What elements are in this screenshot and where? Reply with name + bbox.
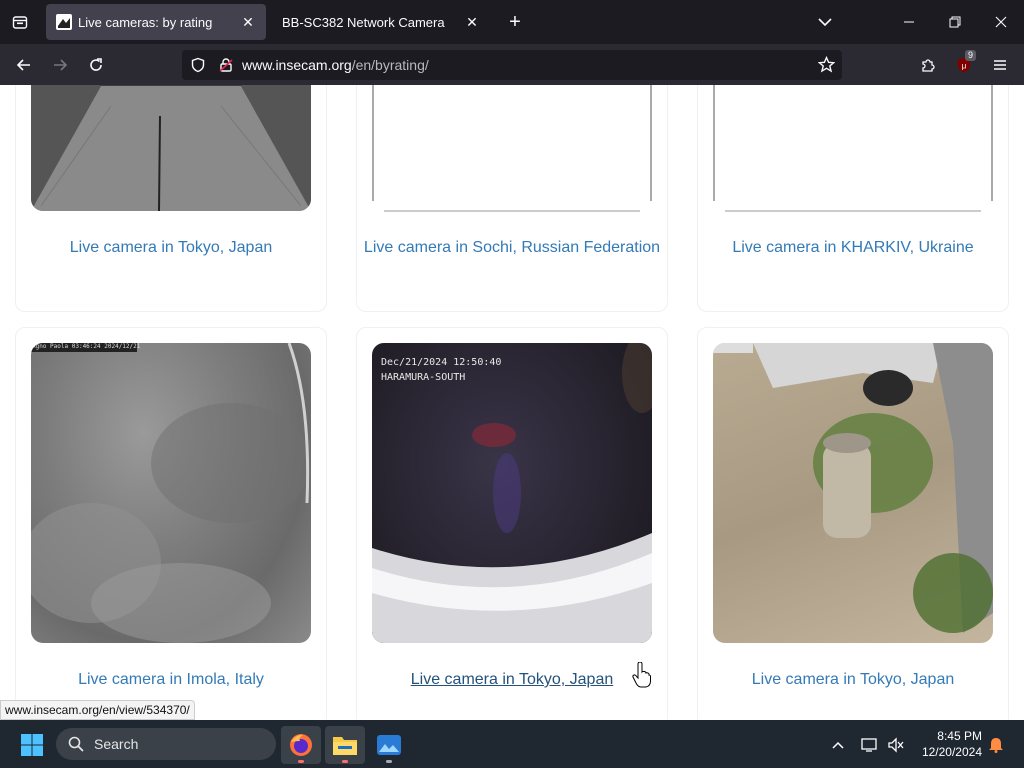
- camera-thumbnail[interactable]: Agno Paola 03:46:24 2024/12/21: [31, 343, 311, 643]
- tab-title: BB-SC382 Network Camera: [282, 14, 445, 30]
- back-arrow-icon: [16, 59, 30, 71]
- camera-image-tokyo-garden: [713, 343, 993, 633]
- restore-icon: [949, 16, 961, 28]
- status-url-bar: www.insecam.org/en/view/534370/: [0, 700, 195, 720]
- camera-thumbnail[interactable]: [713, 343, 993, 643]
- camera-image-tokyo-tunnel: [31, 85, 311, 211]
- chevron-up-icon: [832, 741, 844, 749]
- new-tab-button[interactable]: +: [503, 10, 527, 34]
- camera-thumbnail[interactable]: Dec/21/2024 12:50:40 HARAMURA-SOUTH: [372, 343, 652, 643]
- folder-icon: [333, 737, 357, 755]
- camera-image-haramura-night: [372, 343, 652, 643]
- forward-button[interactable]: [46, 52, 74, 78]
- close-window-button[interactable]: [978, 0, 1024, 44]
- close-icon: [995, 16, 1007, 28]
- bell-icon: [989, 738, 1003, 753]
- bookmark-star-icon[interactable]: [818, 56, 835, 73]
- close-tab-icon[interactable]: ✕: [240, 14, 256, 30]
- chevron-down-icon: [818, 18, 832, 27]
- volume-button[interactable]: [884, 726, 908, 764]
- restore-button[interactable]: [932, 0, 978, 44]
- windows-logo-icon: [21, 734, 43, 756]
- camera-thumbnail[interactable]: [372, 85, 652, 212]
- camera-overlay-location: HARAMURA-SOUTH: [381, 372, 466, 383]
- show-hidden-icons-button[interactable]: [826, 726, 850, 764]
- url-path: /en/byrating/: [351, 57, 429, 73]
- extensions-button[interactable]: [914, 52, 942, 78]
- page-content: Live camera in Tokyo, Japan Live camera …: [0, 85, 1024, 720]
- camera-link[interactable]: Live camera in KHARKIV, Ukraine: [698, 236, 1008, 259]
- tab-live-cameras[interactable]: Live cameras: by rating ✕: [46, 4, 266, 40]
- camera-overlay-date: Dec/21/2024 12:50:40: [381, 357, 502, 368]
- app-menu-button[interactable]: [986, 52, 1014, 78]
- insecure-lock-icon[interactable]: [218, 57, 234, 73]
- puzzle-icon: [922, 59, 935, 72]
- firefox-view-button[interactable]: [0, 0, 40, 44]
- reload-icon: [90, 58, 102, 71]
- camera-thumbnail[interactable]: [713, 85, 993, 212]
- shield-icon[interactable]: [190, 57, 206, 73]
- taskbar-clock[interactable]: 8:45 PM 12/20/2024: [912, 728, 982, 760]
- camera-card: Agno Paola 03:46:24 2024/12/21 Live came…: [15, 327, 327, 720]
- list-all-tabs-button[interactable]: [814, 12, 836, 32]
- close-tab-icon[interactable]: ✕: [464, 14, 480, 30]
- camera-image-blank: [713, 85, 993, 212]
- address-bar[interactable]: www.insecam.org/en/byrating/: [182, 50, 842, 80]
- insecam-favicon-icon: [56, 14, 72, 30]
- back-button[interactable]: [10, 52, 38, 78]
- ublock-extension-button[interactable]: μ 9: [950, 50, 978, 78]
- minimize-icon: [904, 21, 914, 23]
- camera-overlay-text: Agno Paola 03:46:24 2024/12/21: [32, 343, 141, 350]
- camera-link[interactable]: Live camera in Tokyo, Japan: [698, 668, 1008, 691]
- camera-card: Live camera in KHARKIV, Ukraine: [697, 85, 1009, 312]
- url-host: www.insecam.org: [242, 57, 352, 73]
- firefox-view-icon: [12, 16, 28, 29]
- svg-text:μ: μ: [962, 61, 967, 70]
- extension-badge: 9: [965, 50, 977, 61]
- photos-icon: [377, 735, 401, 755]
- clock-time: 8:45 PM: [937, 729, 982, 743]
- hand-pointer-icon: [632, 662, 651, 688]
- camera-link[interactable]: Live camera in Tokyo, Japan: [357, 668, 667, 691]
- camera-link[interactable]: Live camera in Sochi, Russian Federation: [357, 236, 667, 259]
- camera-link[interactable]: Live camera in Tokyo, Japan: [16, 236, 326, 259]
- notifications-button[interactable]: [984, 726, 1008, 764]
- taskbar-photos[interactable]: [369, 726, 409, 764]
- network-status-button[interactable]: [858, 726, 882, 764]
- camera-image-blank: [372, 85, 652, 212]
- url-text[interactable]: www.insecam.org/en/byrating/: [242, 57, 429, 73]
- camera-image-imola-fog: [31, 343, 311, 643]
- taskbar-file-explorer[interactable]: [325, 726, 365, 764]
- running-indicator: [342, 760, 348, 763]
- search-label: Search: [94, 736, 139, 752]
- hamburger-menu-icon: [994, 60, 1006, 70]
- running-indicator: [298, 760, 304, 763]
- speaker-muted-icon: [888, 737, 904, 753]
- reload-button[interactable]: [82, 52, 110, 78]
- camera-link[interactable]: Live camera in Imola, Italy: [16, 668, 326, 691]
- camera-card: Dec/21/2024 12:50:40 HARAMURA-SOUTH Live…: [356, 327, 668, 720]
- start-button[interactable]: [12, 726, 52, 764]
- taskbar-firefox[interactable]: [281, 726, 321, 764]
- running-indicator: [386, 760, 392, 763]
- camera-thumbnail[interactable]: [31, 85, 311, 211]
- firefox-icon: [290, 734, 312, 756]
- camera-card: Live camera in Sochi, Russian Federation: [356, 85, 668, 312]
- camera-card: Live camera in Tokyo, Japan: [697, 327, 1009, 720]
- minimize-button[interactable]: [886, 0, 932, 44]
- monitor-network-icon: [861, 738, 877, 752]
- tab-network-camera[interactable]: BB-SC382 Network Camera ✕: [270, 4, 490, 40]
- camera-card: Live camera in Tokyo, Japan: [15, 85, 327, 312]
- forward-arrow-icon: [54, 59, 68, 71]
- clock-date: 12/20/2024: [921, 745, 982, 759]
- taskbar-search[interactable]: Search: [56, 728, 276, 760]
- tab-title: Live cameras: by rating: [78, 14, 213, 30]
- search-icon: [68, 736, 84, 752]
